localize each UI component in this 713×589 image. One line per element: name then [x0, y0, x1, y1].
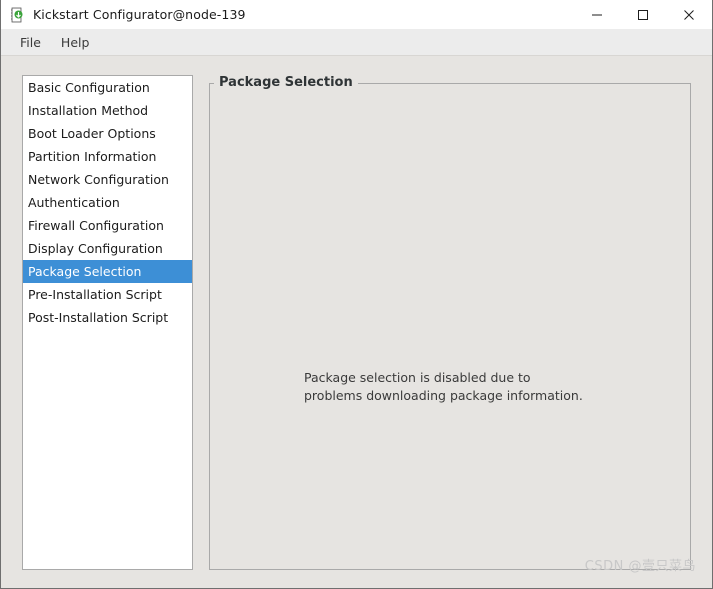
sidebar-item-pre-installation-script[interactable]: Pre-Installation Script: [23, 283, 192, 306]
sidebar-item-firewall-configuration[interactable]: Firewall Configuration: [23, 214, 192, 237]
window-controls: [574, 0, 712, 29]
sidebar-item-display-configuration[interactable]: Display Configuration: [23, 237, 192, 260]
package-selection-message: Package selection is disabled due to pro…: [304, 369, 583, 405]
watermark-text: CSDN @壹只菜鸟: [584, 559, 696, 574]
application-window: Kickstart Configurator@node-139 File Hel…: [0, 0, 713, 589]
sidebar-item-basic-configuration[interactable]: Basic Configuration: [23, 76, 192, 99]
minimize-icon[interactable]: [574, 0, 620, 29]
sidebar-list[interactable]: Basic Configuration Installation Method …: [22, 75, 193, 570]
menu-item-help[interactable]: Help: [52, 33, 99, 52]
title-bar: Kickstart Configurator@node-139: [1, 0, 712, 29]
sidebar-item-post-installation-script[interactable]: Post-Installation Script: [23, 306, 192, 329]
sidebar-item-partition-information[interactable]: Partition Information: [23, 145, 192, 168]
sidebar-item-authentication[interactable]: Authentication: [23, 191, 192, 214]
panel-title: Package Selection: [214, 75, 358, 91]
maximize-icon[interactable]: [620, 0, 666, 29]
menu-item-file[interactable]: File: [11, 33, 50, 52]
package-selection-panel: [209, 83, 691, 570]
message-line-1: Package selection is disabled due to: [304, 370, 531, 385]
sidebar-item-package-selection[interactable]: Package Selection: [23, 260, 192, 283]
sidebar-item-installation-method[interactable]: Installation Method: [23, 99, 192, 122]
window-title: Kickstart Configurator@node-139: [33, 7, 246, 22]
sidebar-item-boot-loader-options[interactable]: Boot Loader Options: [23, 122, 192, 145]
close-icon[interactable]: [666, 0, 712, 29]
message-line-2: problems downloading package information…: [304, 388, 583, 403]
kickstart-app-icon: [9, 7, 25, 23]
menu-bar: File Help: [1, 29, 712, 56]
main-content: Basic Configuration Installation Method …: [1, 56, 712, 588]
sidebar-item-network-configuration[interactable]: Network Configuration: [23, 168, 192, 191]
